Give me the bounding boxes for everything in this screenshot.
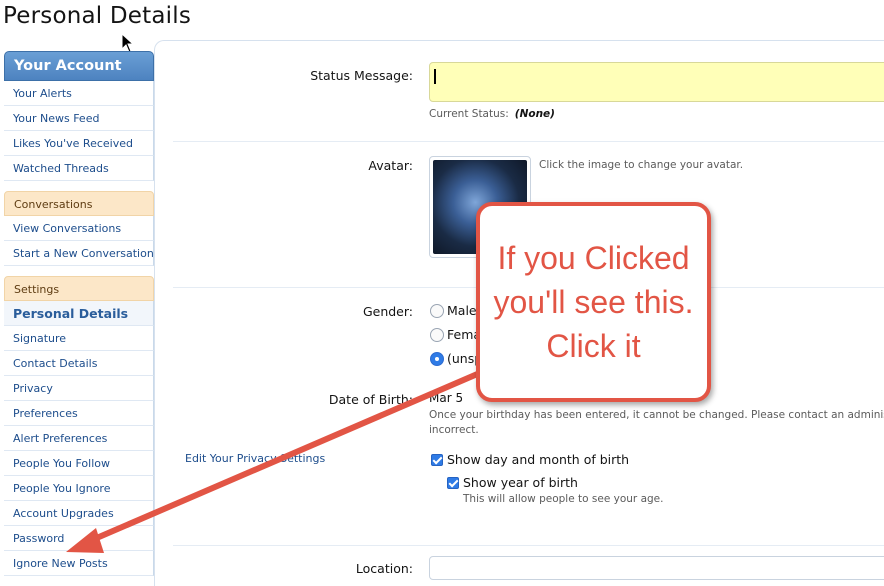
- dob-value: Mar 5: [429, 391, 464, 405]
- edit-privacy-settings-link[interactable]: Edit Your Privacy Settings: [185, 452, 325, 465]
- divider: [173, 545, 884, 546]
- avatar-label: Avatar:: [368, 158, 413, 173]
- sidebar-item-ignore-new-posts[interactable]: Ignore New Posts: [4, 551, 154, 576]
- sidebar-item-personal-details[interactable]: Personal Details: [4, 301, 154, 326]
- sidebar-item-password[interactable]: Password: [4, 526, 154, 551]
- your-account-header[interactable]: Your Account: [4, 51, 154, 81]
- show-year-checkbox[interactable]: [447, 477, 459, 489]
- divider: [173, 141, 884, 142]
- sidebar-item-contact-details[interactable]: Contact Details: [4, 351, 154, 376]
- gender-male-radio[interactable]: [430, 304, 444, 318]
- account-sidebar: Your Account Your Alerts Your News Feed …: [4, 51, 154, 586]
- gender-unspecified-radio[interactable]: [430, 352, 444, 366]
- gender-female-radio[interactable]: [430, 328, 444, 342]
- current-status-label: Current Status:: [429, 108, 509, 120]
- show-day-month-label: Show day and month of birth: [447, 452, 630, 467]
- show-year-hint: This will allow people to see your age.: [463, 493, 664, 505]
- sidebar-item-news-feed[interactable]: Your News Feed: [4, 106, 154, 131]
- sidebar-item-people-you-follow[interactable]: People You Follow: [4, 451, 154, 476]
- sidebar-item-alert-preferences[interactable]: Alert Preferences: [4, 426, 154, 451]
- location-input[interactable]: [429, 556, 884, 580]
- annotation-callout: If you Clicked you'll see this. Click it: [476, 202, 711, 402]
- avatar-hint: Click the image to change your avatar.: [539, 159, 744, 171]
- sidebar-item-privacy[interactable]: Privacy: [4, 376, 154, 401]
- sidebar-item-people-you-ignore[interactable]: People You Ignore: [4, 476, 154, 501]
- location-label: Location:: [355, 561, 413, 576]
- show-day-month-checkbox[interactable]: [431, 454, 443, 466]
- dob-note-continued: incorrect.: [429, 424, 479, 436]
- sidebar-item-view-conversations[interactable]: View Conversations: [4, 216, 154, 241]
- sidebar-item-preferences[interactable]: Preferences: [4, 401, 154, 426]
- sidebar-item-signature[interactable]: Signature: [4, 326, 154, 351]
- sidebar-item-account-upgrades[interactable]: Account Upgrades: [4, 501, 154, 526]
- dob-label: Date of Birth:: [328, 392, 413, 407]
- sidebar-item-likes-received[interactable]: Likes You've Received: [4, 131, 154, 156]
- gender-label: Gender:: [362, 304, 413, 319]
- callout-text: If you Clicked you'll see this. Click it: [493, 240, 694, 364]
- sidebar-item-your-alerts[interactable]: Your Alerts: [4, 81, 154, 106]
- sidebar-item-watched-threads[interactable]: Watched Threads: [4, 156, 154, 181]
- mouse-cursor-icon: [121, 33, 135, 53]
- current-status-value: (None): [514, 108, 555, 120]
- status-message-label: Status Message:: [310, 68, 413, 83]
- sidebar-item-start-conversation[interactable]: Start a New Conversation: [4, 241, 154, 266]
- show-year-label: Show year of birth: [463, 475, 578, 490]
- settings-section-header: Settings: [4, 276, 154, 301]
- dob-note: Once your birthday has been entered, it …: [429, 409, 884, 421]
- status-message-input[interactable]: [429, 62, 884, 102]
- conversations-section-header: Conversations: [4, 191, 154, 216]
- text-caret: [434, 69, 436, 84]
- page-title: Personal Details: [3, 3, 192, 29]
- gender-male-label: Male: [447, 303, 477, 318]
- current-status: Current Status: (None): [429, 108, 555, 120]
